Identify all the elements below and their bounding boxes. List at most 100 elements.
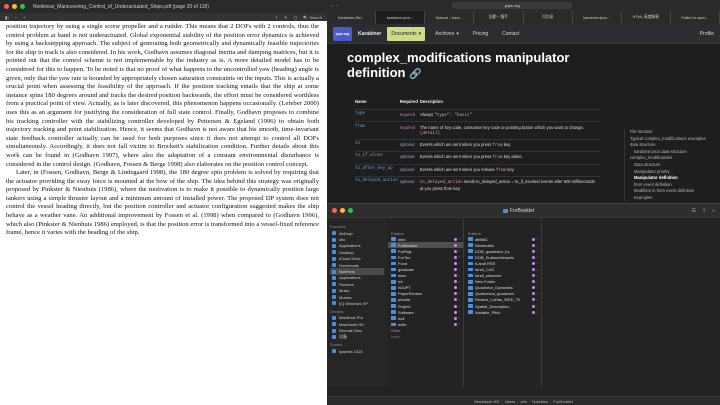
share-icon[interactable]: ⇪	[275, 15, 278, 20]
zoom-window-button[interactable]	[20, 4, 25, 9]
toc-link[interactable]: Data structure	[630, 162, 720, 169]
nav-archives-label: Archives	[435, 30, 455, 37]
browser-window: ‹ › pqrs.org Karabiner-Ele... karabiner.j…	[327, 0, 720, 203]
sidebar-section-header: Shared	[330, 343, 343, 348]
tag-dot-icon	[531, 274, 535, 278]
back-icon[interactable]: ‹	[331, 3, 333, 9]
search-icon[interactable]: ⌕	[712, 208, 715, 214]
tag-dot-icon	[531, 280, 535, 284]
site-logo[interactable]: pqrs.org	[333, 26, 352, 41]
nav-archives[interactable]: Archives ▾	[431, 27, 463, 41]
sidebar-item-icon	[332, 256, 336, 261]
folder-name: Spatial_Description	[475, 303, 510, 309]
window-controls	[4, 4, 25, 9]
folder-name: tudi	[398, 315, 405, 321]
toc-link[interactable]: complex_modifications	[630, 155, 720, 162]
search-field[interactable]: 🔍 Search	[303, 15, 322, 20]
sidebar-item-label: Notebins	[339, 269, 355, 275]
folder-icon	[468, 292, 473, 296]
path-separator-icon: ›	[517, 398, 519, 404]
anchor-link-icon[interactable]: 🔗	[409, 69, 421, 80]
path-segment[interactable]: cbo	[520, 399, 526, 404]
sidebar-item-icon	[332, 335, 336, 340]
finder-sidebar: Favorites AirDrop cbo Applications Desktop iC…	[327, 219, 387, 387]
browser-tab[interactable]: karabiner.json...	[573, 11, 622, 24]
view-options-icon[interactable]: ☰	[692, 208, 696, 214]
sidebar-item-label: Applications	[339, 275, 361, 281]
address-bar[interactable]: pqrs.org	[452, 2, 573, 9]
toc-link[interactable]: Modifiers in from event definition	[630, 188, 720, 195]
nav-contact[interactable]: Contact	[498, 27, 523, 41]
markup-icon[interactable]: ▢	[293, 15, 297, 20]
path-segment[interactable]: ForBooklet	[553, 399, 572, 404]
nav-documents[interactable]: Documents ▾	[387, 26, 426, 41]
sidebar-toggle-icon[interactable]: ◧	[5, 15, 9, 20]
sidebar-item-icon	[332, 328, 336, 333]
folder-icon	[468, 261, 473, 266]
browser-tab[interactable]: 起動・権手	[474, 11, 524, 24]
path-segment[interactable]: Notebins	[532, 399, 548, 404]
finder-titlebar: ForBooklet ☰ ⇪ ⌕	[327, 204, 720, 218]
browser-tab[interactable]: 司文豪	[524, 11, 573, 24]
inline-code: to_delayed_action	[419, 181, 463, 186]
nav-profile[interactable]: Profile	[700, 31, 714, 37]
browser-tab[interactable]: HTML 高度解释	[622, 11, 671, 24]
sidebar-item[interactable]: [C] Windows XP	[330, 300, 384, 306]
path-segment[interactable]: Users	[505, 399, 515, 404]
inline-code: from	[496, 168, 507, 173]
close-window-button[interactable]	[4, 4, 9, 9]
annotate-icon[interactable]: ✎	[284, 15, 287, 20]
col-header-required: Required	[399, 99, 418, 104]
zoom-window-button[interactable]	[348, 208, 353, 213]
toc-link[interactable]: data structure	[630, 142, 720, 149]
zoom-out-icon[interactable]: −	[15, 15, 17, 20]
finder-column-2: Folders att5MC › DesiredAtt › DOB_quadrotor_t…	[465, 219, 542, 387]
toc-link[interactable]: Typical complex_modifications examples	[630, 136, 720, 143]
row-name: to	[355, 138, 400, 152]
window-controls	[332, 208, 353, 213]
chevron-right-icon: ›	[536, 255, 538, 260]
toc-link[interactable]: Examples	[630, 195, 720, 202]
share-icon[interactable]: ⇪	[702, 208, 706, 214]
folder-name: att5MC	[475, 236, 488, 242]
row-description: Events which are sent when you press fro…	[419, 138, 600, 152]
sidebar-item-label: Applications	[339, 243, 361, 249]
minimize-window-button[interactable]	[340, 208, 345, 213]
folder-item[interactable]: Variable_Pitch ›	[465, 309, 541, 315]
sidebar-item[interactable]: 设备	[330, 334, 384, 340]
zoom-in-icon[interactable]: +	[23, 15, 25, 20]
row-description: to_delayed_action sends to_delayed_actio…	[419, 175, 600, 194]
row-required: optional	[399, 163, 420, 177]
path-segment[interactable]: Macintosh HD	[474, 399, 499, 404]
toc-link[interactable]: File location	[630, 129, 720, 136]
browser-tab[interactable]: karabiner.json...	[376, 11, 426, 24]
tag-dot-icon	[453, 310, 457, 314]
folder-icon	[468, 273, 473, 278]
sidebar-item-icon	[332, 275, 336, 280]
other-item[interactable]: trash	[388, 333, 463, 339]
table-row: to_delayed_action optional to_delayed_acti…	[355, 175, 600, 194]
browser-tab[interactable]: Failed to open...	[671, 11, 720, 24]
toc-link[interactable]: Manipulator priority	[630, 169, 720, 176]
nav-pricing[interactable]: Pricing	[469, 27, 492, 41]
sidebar-item-icon	[332, 295, 336, 300]
minimize-window-button[interactable]	[12, 4, 17, 9]
pdf-paragraph: position trajectory by using a single sc…	[6, 23, 319, 168]
brand-link[interactable]: Karabiner	[358, 31, 381, 37]
browser-tab[interactable]: Karabiner-Ele...	[327, 11, 377, 24]
browser-tab[interactable]: Manual - Kara...	[425, 11, 475, 24]
tag-dot-icon	[531, 268, 535, 272]
close-window-button[interactable]	[332, 208, 337, 213]
toc-link[interactable]: from event definition	[630, 182, 720, 189]
folder-name: Iandl_observer	[475, 273, 502, 279]
description-text: Always	[419, 112, 435, 118]
chevron-right-icon: ›	[458, 310, 460, 315]
sidebar-item[interactable]: tpacher-1515	[330, 348, 384, 354]
table-row: to optional Events which are sent when you…	[355, 138, 600, 152]
tag-dot-icon	[453, 261, 457, 265]
toc-link[interactable]: Manipulator definition	[630, 175, 720, 182]
folder-name: ForTex	[398, 254, 411, 260]
forward-icon[interactable]: ›	[337, 3, 339, 9]
toc-link[interactable]: karabiner.json data structure	[630, 149, 720, 156]
sidebar-item-label: Downloads	[339, 262, 359, 268]
